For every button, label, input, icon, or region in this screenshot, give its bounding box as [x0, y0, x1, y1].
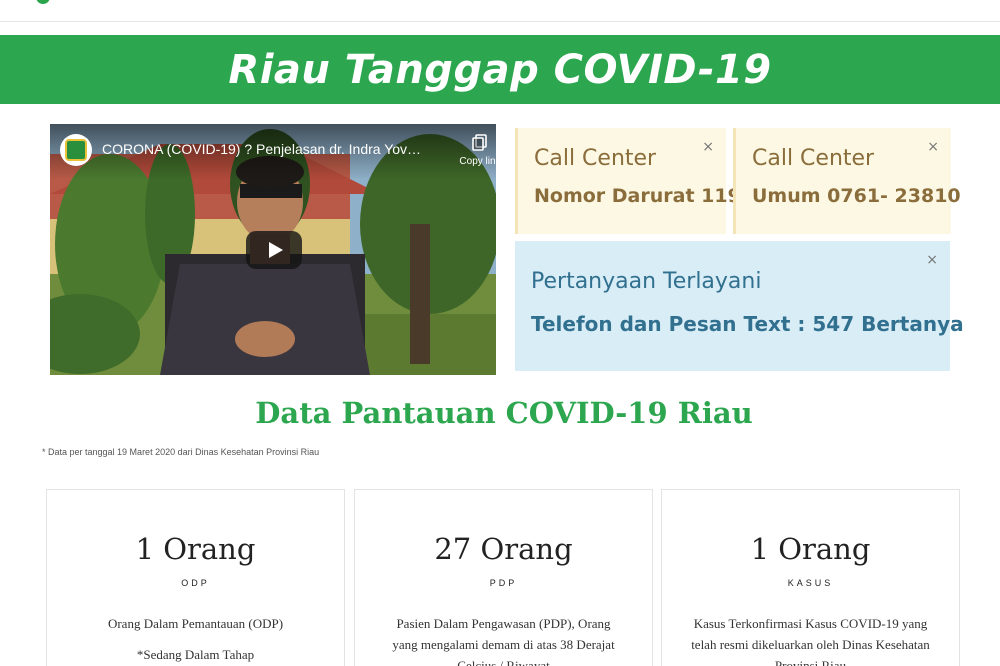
- play-button[interactable]: [246, 231, 302, 269]
- alert-value: Telefon dan Pesan Text : 547 Bertanya: [531, 312, 964, 336]
- copy-link-label: Copy link: [459, 156, 496, 167]
- questions-answered-alert: × Pertanyaan Terlayani Telefon dan Pesan…: [515, 241, 964, 371]
- card-abbreviation: PDP: [489, 578, 518, 588]
- card-description: Orang Dalam Pemantauan (ODP): [107, 616, 284, 631]
- alert-value: Nomor Darurat 119: [534, 185, 741, 207]
- card-description: Pasien Dalam Pengawasan (PDP), Orang yan…: [392, 616, 615, 666]
- card-count: 1 Orang: [135, 532, 256, 566]
- close-icon[interactable]: ×: [702, 140, 714, 154]
- copy-link-button[interactable]: Copy link: [450, 134, 496, 167]
- card-abbreviation: KASUS: [787, 578, 834, 588]
- video-player[interactable]: CORONA (COVID-19) ? Penjelasan dr. Indra…: [50, 124, 496, 375]
- copy-link-icon: [472, 134, 487, 151]
- channel-logo-icon[interactable]: [60, 134, 92, 166]
- call-center-general-alert: × Call Center Umum 0761- 23810: [733, 128, 961, 234]
- card-description: Kasus Terkonfirmasi Kasus COVID-19 yang …: [691, 616, 930, 666]
- alert-value: Umum 0761- 23810: [752, 185, 961, 207]
- kasus-card: 1 Orang KASUS Kasus Terkonfirmasi Kasus …: [661, 489, 960, 666]
- alert-label: Pertanyaan Terlayani: [531, 269, 762, 294]
- page-banner: Riau Tanggap COVID-19: [0, 35, 1000, 104]
- play-icon: [268, 242, 283, 258]
- alert-label: Call Center: [752, 146, 875, 171]
- top-navigation-bar: [0, 0, 1000, 22]
- card-abbreviation: ODP: [181, 578, 210, 588]
- alert-label: Call Center: [534, 146, 657, 171]
- card-count: 1 Orang: [750, 532, 871, 566]
- close-icon[interactable]: ×: [926, 253, 938, 267]
- odp-card: 1 Orang ODP Orang Dalam Pemantauan (ODP)…: [46, 489, 345, 666]
- banner-title: Riau Tanggap COVID-19: [228, 46, 772, 93]
- card-extra-note: *Sedang Dalam Tahap: [136, 647, 255, 662]
- call-center-emergency-alert: × Call Center Nomor Darurat 119: [515, 128, 741, 234]
- data-source-note: * Data per tanggal 19 Maret 2020 dari Di…: [42, 447, 320, 457]
- pdp-card: 27 Orang PDP Pasien Dalam Pengawasan (PD…: [354, 489, 653, 666]
- site-logo-icon[interactable]: [36, 0, 50, 4]
- video-title[interactable]: CORONA (COVID-19) ? Penjelasan dr. Indra…: [102, 141, 422, 157]
- close-icon[interactable]: ×: [927, 140, 939, 154]
- section-title: Data Pantauan COVID-19 Riau: [255, 396, 753, 430]
- card-count: 27 Orang: [434, 532, 573, 566]
